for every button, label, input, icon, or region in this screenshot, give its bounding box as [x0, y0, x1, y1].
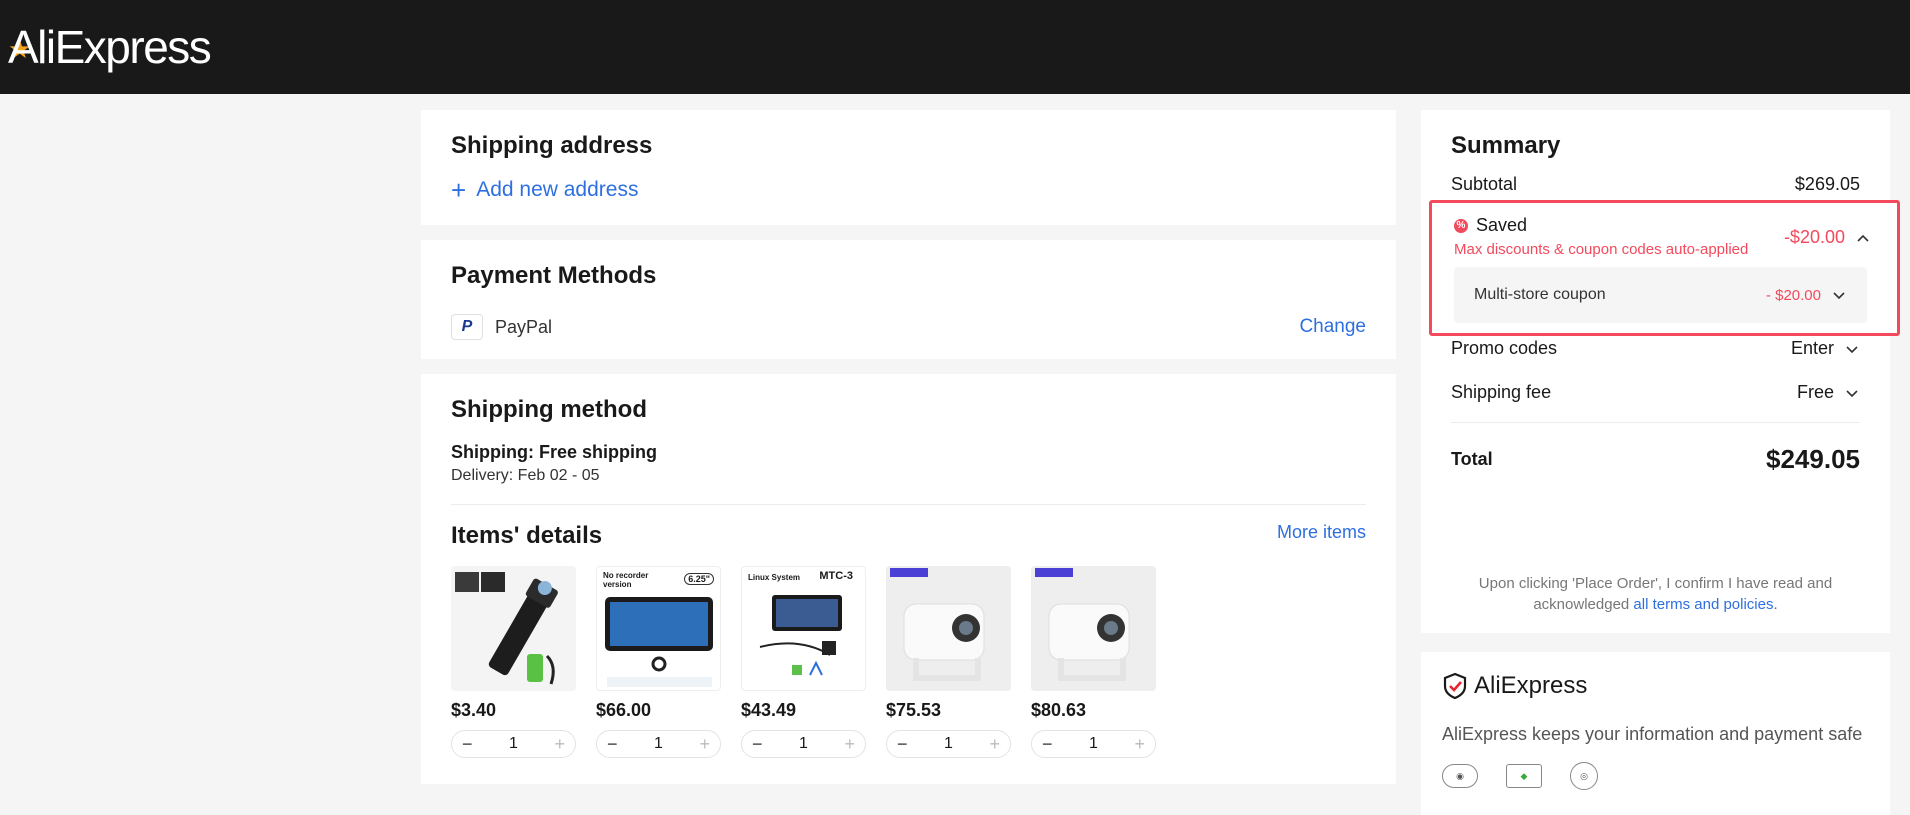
- security-badge-icon: ◉: [1442, 764, 1478, 788]
- quantity-stepper[interactable]: − 1 +: [886, 730, 1011, 758]
- projector-product-icon[interactable]: [1031, 566, 1156, 691]
- promo-codes-row[interactable]: Promo codes Enter: [1451, 338, 1860, 359]
- multi-store-coupon-row[interactable]: Multi-store coupon - $20.00: [1454, 267, 1867, 323]
- total-value: $249.05: [1766, 444, 1860, 474]
- increase-qty-button[interactable]: +: [844, 734, 855, 755]
- promo-codes-enter[interactable]: Enter: [1791, 338, 1834, 359]
- safe-payment-text: AliExpress keeps your information and pa…: [1442, 724, 1863, 744]
- summary-title: Summary: [1451, 132, 1561, 159]
- delivery-estimate: Delivery: Feb 02 - 05: [451, 467, 600, 484]
- quantity-stepper[interactable]: − 1 +: [596, 730, 721, 758]
- list-item: No recorder version 6.25" $66.00 − 1 +: [596, 566, 721, 758]
- order-summary-card: Summary Subtotal $269.05 Promo codes Ent…: [1421, 110, 1890, 633]
- add-new-address-button[interactable]: + Add new address: [451, 175, 638, 205]
- coupon-icon: %: [1454, 218, 1468, 233]
- items-details-title: Items' details: [451, 522, 603, 549]
- terms-link[interactable]: all terms and policies.: [1633, 596, 1777, 613]
- chevron-down-icon[interactable]: [1831, 287, 1847, 303]
- decrease-qty-button[interactable]: −: [1042, 734, 1053, 755]
- certification-seal-icon: ◎: [1570, 762, 1598, 790]
- saved-subtitle: Max discounts & coupon codes auto-applie…: [1454, 241, 1749, 258]
- chevron-up-icon[interactable]: [1855, 230, 1871, 246]
- subtotal-row: Subtotal $269.05: [1451, 174, 1860, 195]
- list-item: Linux System MTC-3 $43.49 − 1 +: [741, 566, 866, 758]
- chevron-down-icon[interactable]: [1844, 341, 1860, 357]
- list-item: $3.40 − 1 +: [451, 566, 576, 758]
- safe-payment-card: AliExpress AliExpress keeps your informa…: [1421, 652, 1890, 815]
- car-display-product-icon[interactable]: No recorder version 6.25": [596, 566, 721, 691]
- saved-amount[interactable]: -$20.00: [1784, 227, 1871, 248]
- divider: [451, 504, 1366, 505]
- flashlight-product-icon[interactable]: [451, 566, 576, 691]
- shipping-fee-row: Shipping fee Free: [1451, 382, 1860, 403]
- coupon-label: Multi-store coupon: [1474, 286, 1606, 303]
- divider: [1451, 422, 1860, 423]
- quantity-stepper[interactable]: − 1 +: [741, 730, 866, 758]
- shipping-method-title: Shipping method: [451, 396, 647, 423]
- quantity-stepper[interactable]: − 1 +: [451, 730, 576, 758]
- item-price: $3.40: [451, 700, 497, 720]
- payment-method-label: PayPal: [495, 316, 553, 337]
- items-list: $3.40 − 1 + No recorder version 6.25" $6…: [451, 566, 1156, 758]
- shield-check-icon: [1443, 672, 1467, 700]
- payment-methods-card: Payment Methods P PayPal Change: [421, 240, 1396, 359]
- more-items-link[interactable]: More items: [1277, 522, 1366, 543]
- chevron-down-icon[interactable]: [1844, 385, 1860, 401]
- item-price: $75.53: [886, 700, 942, 720]
- quantity-value[interactable]: 1: [1089, 735, 1098, 753]
- terms-notice: Upon clicking 'Place Order', I confirm I…: [1478, 575, 1833, 613]
- list-item: $80.63 − 1 +: [1031, 566, 1156, 758]
- quantity-value[interactable]: 1: [509, 735, 518, 753]
- top-bar: ★ AliExpress: [0, 0, 1910, 94]
- item-price: $66.00: [596, 700, 652, 720]
- aliexpress-logo[interactable]: ★ AliExpress: [8, 20, 212, 74]
- quantity-value[interactable]: 1: [799, 735, 808, 753]
- shipping-fee-label: Shipping fee: [1451, 382, 1552, 402]
- increase-qty-button[interactable]: +: [699, 734, 710, 755]
- increase-qty-button[interactable]: +: [1134, 734, 1145, 755]
- coupon-amount: - $20.00: [1765, 286, 1821, 304]
- quantity-stepper[interactable]: − 1 +: [1031, 730, 1156, 758]
- saved-label: Saved: [1476, 215, 1528, 235]
- subtotal-value: $269.05: [1794, 174, 1860, 194]
- security-shield-badge-icon: ◆: [1506, 764, 1542, 788]
- plus-icon: +: [451, 175, 467, 205]
- decrease-qty-button[interactable]: −: [462, 734, 473, 755]
- projector-product-icon[interactable]: [886, 566, 1011, 691]
- promo-codes-label: Promo codes: [1451, 338, 1558, 358]
- shipping-address-card: Shipping address + Add new address: [421, 110, 1396, 225]
- quantity-value[interactable]: 1: [944, 735, 953, 753]
- increase-qty-button[interactable]: +: [989, 734, 1000, 755]
- quantity-value[interactable]: 1: [654, 735, 663, 753]
- saved-header: % Saved: [1454, 215, 1527, 236]
- shipping-address-title: Shipping address: [451, 132, 653, 159]
- decrease-qty-button[interactable]: −: [897, 734, 908, 755]
- item-price: $80.63: [1031, 700, 1087, 720]
- item-price: $43.49: [741, 700, 797, 720]
- car-display-product-icon[interactable]: Linux System MTC-3: [741, 566, 866, 691]
- shipping-method-card: Shipping method Shipping: Free shipping …: [421, 374, 1396, 784]
- paypal-icon: P: [451, 314, 483, 340]
- total-label: Total: [1451, 449, 1493, 469]
- subtotal-label: Subtotal: [1451, 174, 1518, 194]
- decrease-qty-button[interactable]: −: [607, 734, 618, 755]
- list-item: $75.53 − 1 +: [886, 566, 1011, 758]
- safe-logo: AliExpress: [1442, 672, 1587, 700]
- shipping-fee-value: Free: [1796, 382, 1834, 402]
- increase-qty-button[interactable]: +: [554, 734, 565, 755]
- shipping-type: Shipping: Free shipping: [451, 442, 657, 462]
- saved-discount-panel: % Saved Max discounts & coupon codes aut…: [1429, 200, 1900, 336]
- payment-method-row: P PayPal: [451, 314, 552, 340]
- total-row: Total $249.05: [1451, 444, 1860, 475]
- change-payment-button[interactable]: Change: [1299, 316, 1366, 338]
- security-badges: ◉ ◆ ◎: [1442, 762, 1598, 790]
- decrease-qty-button[interactable]: −: [752, 734, 763, 755]
- payment-methods-title: Payment Methods: [451, 262, 657, 289]
